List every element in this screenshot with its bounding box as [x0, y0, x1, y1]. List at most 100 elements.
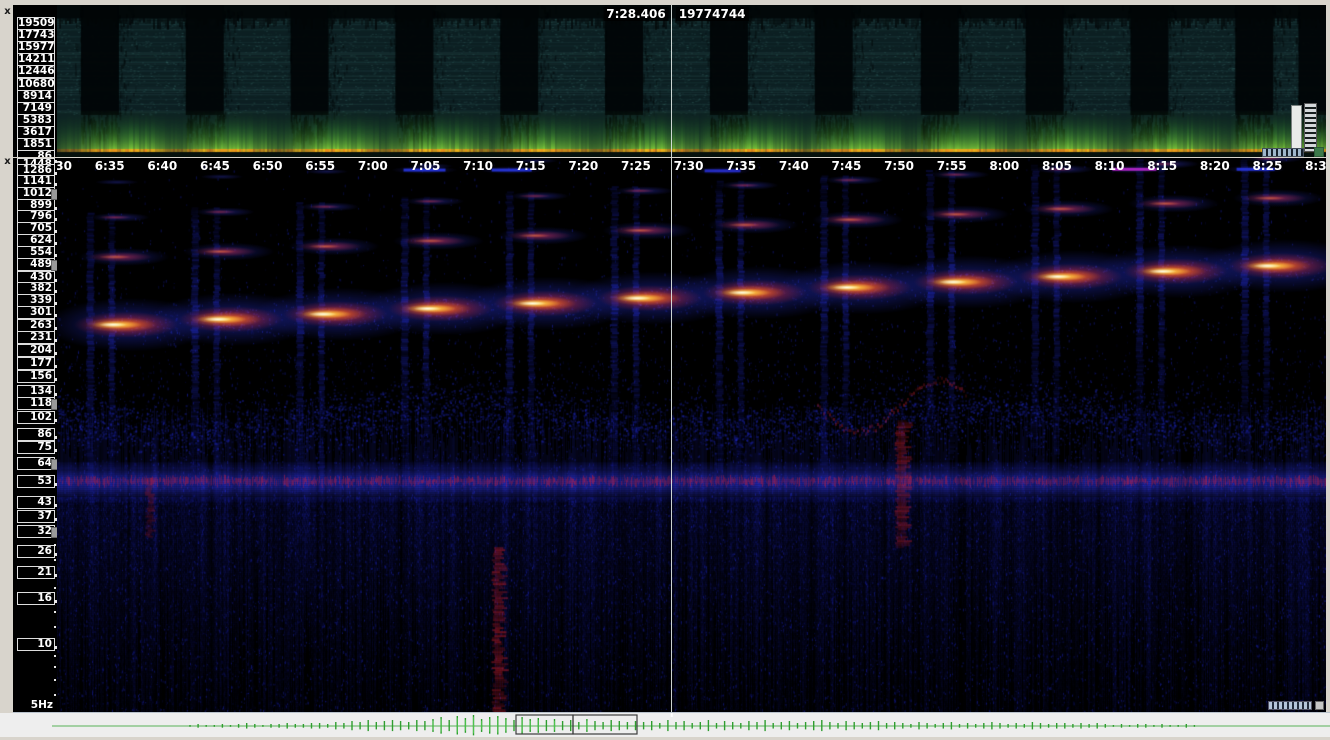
close-top-panel-button[interactable]: x: [2, 6, 13, 17]
freq-label: 26: [17, 545, 55, 558]
time-label: 7:10: [463, 159, 493, 173]
cursor-time-value: 7:28.406: [603, 7, 668, 21]
frequency-scale-bottom[interactable]: 1448128611411012899796705624554489430382…: [13, 158, 57, 712]
freq-tick: [54, 365, 57, 368]
time-label: 6:35: [95, 159, 125, 173]
freq-tick: [54, 393, 57, 396]
corner-indicator[interactable]: [1314, 147, 1324, 157]
freq-minor-tick: [54, 666, 56, 668]
freq-tick: [54, 290, 57, 293]
time-label: 7:00: [358, 159, 388, 173]
freq-tick: [54, 378, 57, 381]
freq-label: 53: [17, 475, 55, 488]
spectrogram-app-window: x x 195091774315977142111244610680891471…: [0, 0, 1330, 736]
vertical-zoom-bar[interactable]: [1291, 105, 1302, 150]
time-label: 7:45: [831, 159, 861, 173]
freq-label: 19509: [17, 17, 55, 30]
freq-tick: [54, 314, 57, 317]
time-label: 7:20: [568, 159, 598, 173]
time-label: 8:15: [1147, 159, 1177, 173]
freq-tick: [54, 327, 57, 330]
horizontal-scroll-segments[interactable]: [1268, 701, 1312, 710]
freq-marker-handle[interactable]: [51, 189, 57, 200]
freq-minor-tick: [54, 626, 56, 628]
freq-label: 32: [17, 525, 55, 538]
freq-minor-tick: [54, 655, 56, 657]
freq-label: 554: [17, 246, 55, 259]
freq-tick: [54, 419, 57, 422]
freq-label: 75: [17, 441, 55, 454]
freq-tick: [54, 600, 57, 603]
playback-cursor-bottom[interactable]: [671, 158, 672, 712]
freq-label: 5Hz: [17, 699, 55, 711]
waveform-svg[interactable]: [0, 713, 1330, 736]
time-label: 8:20: [1200, 159, 1230, 173]
time-label: 6:55: [305, 159, 335, 173]
time-label: 6:45: [200, 159, 230, 173]
horizontal-scroll-segments[interactable]: [1262, 148, 1304, 157]
time-label: 8:30: [1305, 159, 1326, 173]
freq-tick: [54, 518, 57, 521]
time-label: 8:25: [1252, 159, 1282, 173]
freq-tick: [54, 553, 57, 556]
scroll-handle-square[interactable]: [1315, 701, 1324, 710]
freq-label: 64: [17, 457, 55, 470]
freq-label: 16: [17, 592, 55, 605]
zoom-scroll-widget-bottom[interactable]: [1266, 701, 1324, 711]
freq-label: 3617: [17, 126, 55, 139]
freq-tick: [54, 183, 57, 186]
cursor-sample-value: 19774744: [676, 7, 749, 21]
freq-label: 489: [17, 258, 55, 271]
spectrogram-panel-bottom[interactable]: 6:306:356:406:456:506:557:007:057:107:15…: [57, 158, 1326, 712]
time-label: 7:55: [937, 159, 967, 173]
spectrogram-top-canvas[interactable]: [57, 5, 1326, 157]
freq-marker-handle[interactable]: [51, 527, 57, 538]
freq-label: 7149: [17, 102, 55, 115]
time-label: 8:10: [1095, 159, 1125, 173]
freq-tick: [54, 436, 57, 439]
freq-tick: [54, 483, 57, 486]
freq-label: 10: [17, 638, 55, 651]
freq-minor-tick: [54, 694, 56, 696]
freq-label: 17743: [17, 29, 55, 42]
freq-marker-handle[interactable]: [51, 260, 57, 271]
time-label: 7:25: [621, 159, 651, 173]
spectrogram-bottom-canvas[interactable]: [57, 158, 1326, 712]
freq-label: 301: [17, 306, 55, 319]
window-right-edge: [1326, 0, 1330, 713]
freq-label: 263: [17, 319, 55, 332]
freq-label: 156: [17, 370, 55, 383]
freq-label: 8914: [17, 90, 55, 103]
freq-tick: [54, 172, 57, 175]
time-label: 7:40: [779, 159, 809, 173]
playback-cursor-top[interactable]: [671, 5, 672, 157]
time-label: 7:50: [884, 159, 914, 173]
zoom-scroll-widget-top[interactable]: [1276, 103, 1324, 157]
freq-tick: [54, 242, 57, 245]
freq-tick: [54, 230, 57, 233]
freq-minor-tick: [54, 544, 56, 546]
time-label: 8:05: [1042, 159, 1072, 173]
freq-label: 204: [17, 344, 55, 357]
freq-minor-tick: [54, 587, 56, 589]
freq-label: 14211: [17, 53, 55, 66]
freq-label: 118: [17, 397, 55, 410]
window-top-edge: [0, 0, 1330, 5]
left-gutter: x x: [0, 0, 13, 713]
waveform-overview[interactable]: [0, 712, 1330, 737]
panel-divider: [13, 157, 1330, 158]
spectrogram-panel-top[interactable]: 7:28.406 19774744: [57, 5, 1326, 157]
freq-label: 231: [17, 331, 55, 344]
cursor-tick: [671, 713, 673, 717]
close-bottom-panel-button[interactable]: x: [2, 156, 13, 167]
freq-marker-handle[interactable]: [51, 399, 57, 410]
freq-label: 15977: [17, 41, 55, 54]
view-window-box-left[interactable]: [516, 715, 573, 734]
freq-label: 12446: [17, 65, 55, 78]
frequency-scale-top[interactable]: 1950917743159771421112446106808914714953…: [13, 5, 57, 157]
freq-tick: [54, 449, 57, 452]
freq-label: 1851: [17, 138, 55, 151]
vertical-scroll-segments[interactable]: [1304, 103, 1317, 152]
freq-marker-handle[interactable]: [51, 459, 57, 470]
freq-tick: [54, 254, 57, 257]
